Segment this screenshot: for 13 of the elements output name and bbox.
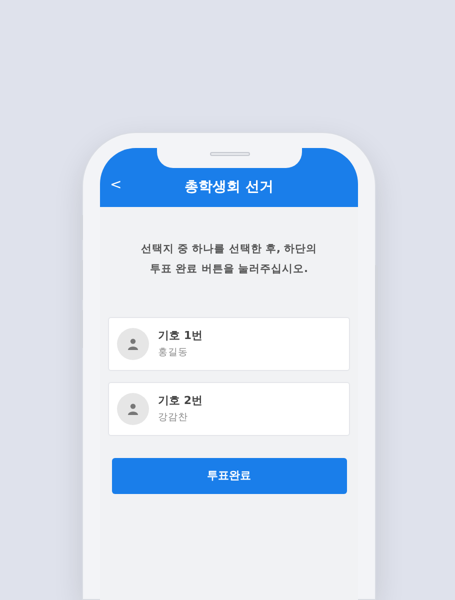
back-button[interactable]: < [110,175,122,196]
avatar-icon [117,393,149,425]
candidate-card[interactable]: 기호 1번 홍길동 [108,317,350,371]
instruction-text: 선택지 중 하나를 선택한 후, 하단의 투표 완료 버튼을 눌러주십시오. [140,242,318,277]
candidate-name: 홍길동 [158,346,189,360]
candidate-number: 기호 1번 [158,328,202,344]
candidate-card[interactable]: 기호 2번 강감찬 [108,382,350,436]
candidate-number: 기호 2번 [158,392,202,409]
speaker-grille [210,152,250,156]
candidate-name: 강감찬 [158,411,189,426]
submit-vote-button[interactable]: 투표완료 [112,458,346,494]
screen-title: 총학생회 선거 [184,178,274,197]
avatar-icon [117,328,149,360]
